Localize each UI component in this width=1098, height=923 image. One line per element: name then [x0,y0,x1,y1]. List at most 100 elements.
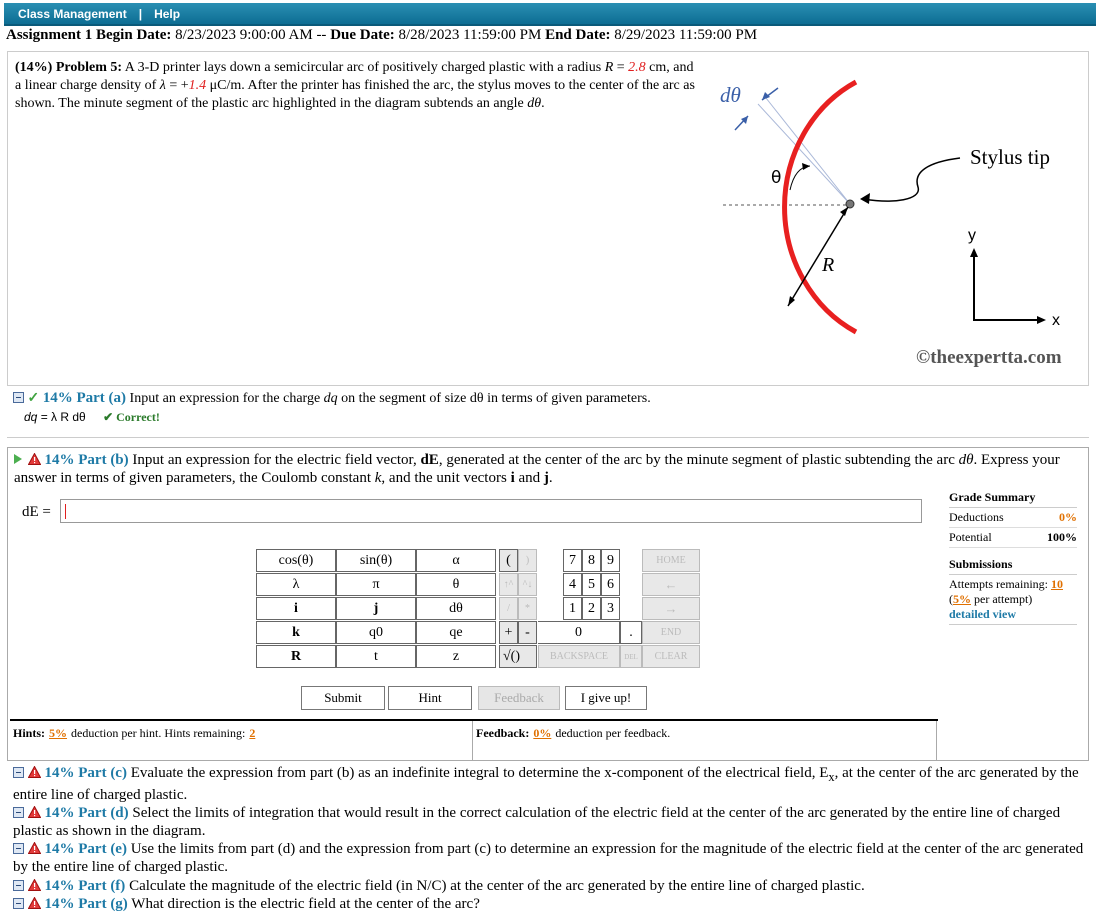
part-e-text: Use the limits from part (d) and the exp… [13,841,1084,875]
warning-icon [27,842,41,854]
part-b-and: and [518,470,541,486]
dtheta-label: dθ [720,83,741,107]
key-4[interactable]: 4 [563,573,582,596]
key-theta[interactable]: θ [416,573,496,596]
correct-status: ✔ Correct! [103,410,160,424]
key-3[interactable]: 3 [601,597,620,620]
collapse-icon[interactable] [13,843,24,854]
part-a-answer: dq = λ R dθ ✔ Correct! [24,410,1083,425]
hint-divider [472,721,473,761]
hints-label: Hints: [13,726,46,740]
key-sqrt[interactable]: √() [499,645,537,668]
nav-separator: | [138,6,143,21]
key-multiply: * [518,597,537,620]
answer-input[interactable] [60,499,922,523]
collapse-icon[interactable] [13,898,24,909]
hints-text: deduction per hint. Hints remaining: [71,726,246,740]
per-attempt-label: per attempt) [974,592,1033,606]
part-d-text: Select the limits of integration that wo… [13,805,1061,839]
key-open-paren[interactable]: ( [499,549,518,572]
part-d: 14% Part (d) Select the limits of integr… [13,804,1091,840]
key-backspace: BACKSPACE [538,645,620,668]
key-5[interactable]: 5 [582,573,601,596]
key-dot[interactable]: . [620,621,642,644]
grade-summary: Grade Summary Deductions 0% Potential 10… [949,490,1077,548]
key-qe[interactable]: qe [416,621,496,644]
submit-button[interactable]: Submit [301,686,385,710]
theta-arc [789,165,811,191]
deductions-label: Deductions [949,510,1004,524]
warning-icon [27,897,41,909]
key-sin[interactable]: sin(θ) [336,549,416,572]
stylus-pointer [863,157,961,202]
key-8[interactable]: 8 [582,549,601,572]
key-9[interactable]: 9 [601,549,620,572]
key-cos[interactable]: cos(θ) [256,549,336,572]
text-caret [65,504,66,519]
feedback-text: deduction per feedback. [555,726,671,740]
key-1[interactable]: 1 [563,597,582,620]
part-d-label: 14% Part (d) [44,805,129,821]
key-0[interactable]: 0 [538,621,620,644]
part-b-prompt-1: Input an expression for the electric fie… [132,452,417,468]
key-7[interactable]: 7 [563,549,582,572]
key-lambda[interactable]: λ [256,573,336,596]
key-plus[interactable]: + [499,621,518,644]
key-del: DEL [620,645,642,668]
theta-arrowhead [802,163,810,170]
key-2[interactable]: 2 [582,597,601,620]
key-k[interactable]: k [256,621,336,644]
attempts-remaining: 10 [1050,577,1063,591]
key-t[interactable]: t [336,645,416,668]
radius-arrow [787,206,849,307]
problem-weight: (14%) [15,60,53,75]
y-axis-arrowhead [970,248,978,257]
key-i[interactable]: i [256,597,336,620]
key-home: HOME [642,549,700,572]
key-j[interactable]: j [336,597,416,620]
eq-sign-2: = + [165,78,189,93]
warning-icon [27,766,41,778]
key-subscript: ^↓ [518,573,537,596]
key-minus[interactable]: - [518,621,537,644]
submissions-panel: Submissions Attempts remaining: 10 (5% p… [949,557,1077,625]
part-e: 14% Part (e) Use the limits from part (d… [13,840,1091,876]
key-pi[interactable]: π [336,573,416,596]
part-b-prompt-4: , and the unit vectors [381,470,507,486]
hint-right-divider [936,721,937,761]
stylus-tip-label: Stylus tip [970,145,1050,169]
part-f-text: Calculate the magnitude of the electric … [129,878,865,894]
collapse-icon[interactable] [13,880,24,891]
stylus-arrowhead [860,193,870,204]
problem-end: . [541,96,545,111]
key-q0[interactable]: q0 [336,621,416,644]
part-b-box: 14% Part (b) Input an expression for the… [7,447,1089,761]
hints-info: Hints: 5% deduction per hint. Hints remain… [13,726,259,741]
give-up-button[interactable]: I give up! [565,686,647,710]
play-icon[interactable] [14,454,22,464]
key-left-arrow: ← [642,573,700,596]
key-z[interactable]: z [416,645,496,668]
help-link[interactable]: Help [154,7,180,21]
class-management-link[interactable]: Class Management [18,7,127,21]
part-a-dq: dq [323,391,338,406]
feedback-button: Feedback [478,686,560,710]
radius-arrowhead-1 [840,207,848,216]
key-superscript: ↑^ [499,573,518,596]
collapse-icon[interactable] [13,807,24,818]
key-6[interactable]: 6 [601,573,620,596]
arc-diagram: R θ dθ Stylus tip y x ©theexpertta.com [720,79,1062,368]
assignment-title: Assignment 1 [6,27,93,43]
part-a-prompt-2: on the segment of size dθ in terms of gi… [341,391,651,406]
hint-button[interactable]: Hint [388,686,472,710]
detailed-view-link[interactable]: detailed view [949,607,1077,625]
warning-icon [27,879,41,891]
x-axis-arrowhead [1037,316,1046,324]
key-alpha[interactable]: α [416,549,496,572]
r-label: R [821,254,834,276]
problem-text-1: A 3-D printer lays down a semicircular a… [124,60,602,75]
collapse-icon[interactable] [13,767,24,778]
key-dtheta[interactable]: dθ [416,597,496,620]
key-r[interactable]: R [256,645,336,668]
collapse-icon[interactable] [13,392,24,403]
